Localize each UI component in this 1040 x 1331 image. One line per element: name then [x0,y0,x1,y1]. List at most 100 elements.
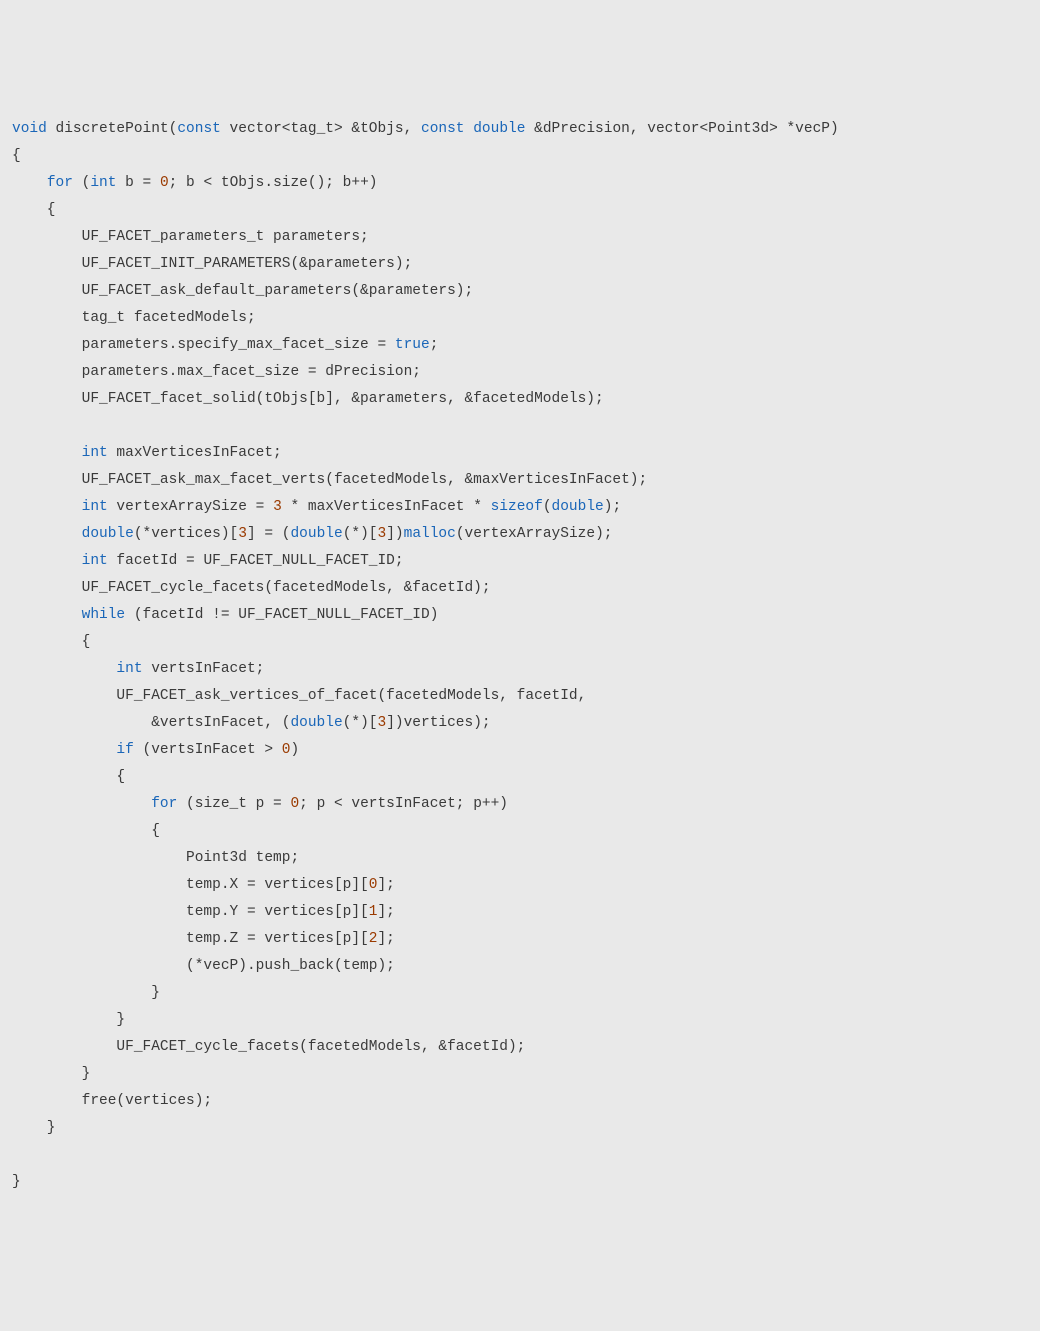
code-line: UF_FACET_parameters_t parameters; [12,224,1028,251]
code-line: int vertsInFacet; [12,656,1028,683]
code-line [12,413,1028,440]
code-token: ; b < tObjs.size(); b++) [169,175,378,191]
code-token: int [116,661,142,677]
code-token: int [82,553,108,569]
code-line: int facetId = UF_FACET_NULL_FACET_ID; [12,548,1028,575]
code-line: UF_FACET_facet_solid(tObjs[b], &paramete… [12,386,1028,413]
code-token: 0 [160,175,169,191]
code-line: { [12,197,1028,224]
code-token: (vertexArraySize); [456,526,613,542]
code-line: UF_FACET_INIT_PARAMETERS(&parameters); [12,251,1028,278]
code-token: if [116,742,133,758]
code-token: ]; [377,931,394,947]
code-token: double [290,715,342,731]
code-line: temp.X = vertices[p][0]; [12,872,1028,899]
code-line: } [12,1115,1028,1142]
code-token: ]; [377,904,394,920]
code-token [465,121,474,137]
code-token: int [82,445,108,461]
code-token: 3 [378,526,387,542]
code-token: } [12,1012,125,1028]
code-token: (*)[ [343,715,378,731]
code-token: ]) [386,526,403,542]
code-token: ) [290,742,299,758]
code-token: discretePoint( [47,121,178,137]
code-line: for (size_t p = 0; p < vertsInFacet; p++… [12,791,1028,818]
code-token: void [12,121,47,137]
code-token: (size_t p = [177,796,290,812]
code-token: 3 [273,499,282,515]
code-token: ] = ( [247,526,291,542]
code-line [12,1142,1028,1169]
code-line: { [12,143,1028,170]
code-token: ( [73,175,90,191]
code-token: malloc [404,526,456,542]
code-line: while (facetId != UF_FACET_NULL_FACET_ID… [12,602,1028,629]
code-line: parameters.specify_max_facet_size = true… [12,332,1028,359]
code-line: UF_FACET_cycle_facets(facetedModels, &fa… [12,575,1028,602]
code-token: (*vertices)[ [134,526,238,542]
code-token: } [12,1066,90,1082]
code-token: temp.Y = vertices[p][ [12,904,369,920]
code-token: { [12,634,90,650]
code-token: double [473,121,525,137]
code-token: Point3d temp; [12,850,299,866]
code-token: ]; [377,877,394,893]
code-token [12,661,116,677]
code-token: double [290,526,342,542]
code-token [12,607,82,623]
code-token: sizeof [491,499,543,515]
code-token: UF_FACET_ask_max_facet_verts(facetedMode… [12,472,647,488]
code-token: temp.X = vertices[p][ [12,877,369,893]
code-token [12,418,21,434]
code-line: { [12,629,1028,656]
code-token: true [395,337,430,353]
code-token: UF_FACET_parameters_t parameters; [12,229,369,245]
code-token: while [82,607,126,623]
code-token: * maxVerticesInFacet * [282,499,491,515]
code-line: tag_t facetedModels; [12,305,1028,332]
code-token: { [12,148,21,164]
code-line: UF_FACET_ask_max_facet_verts(facetedMode… [12,467,1028,494]
code-token: ; p < vertsInFacet; p++) [299,796,508,812]
code-token [12,526,82,542]
code-token: 3 [238,526,247,542]
code-line: } [12,980,1028,1007]
code-token: } [12,985,160,1001]
code-token: &vertsInFacet, ( [12,715,290,731]
code-line: Point3d temp; [12,845,1028,872]
code-token: temp.Z = vertices[p][ [12,931,369,947]
code-token: UF_FACET_facet_solid(tObjs[b], &paramete… [12,391,604,407]
code-token [12,796,151,812]
code-token: UF_FACET_ask_vertices_of_facet(facetedMo… [12,688,586,704]
code-token: for [47,175,73,191]
code-token: &dPrecision, vector<Point3d> *vecP) [525,121,838,137]
code-token: (facetId != UF_FACET_NULL_FACET_ID) [125,607,438,623]
code-line: { [12,818,1028,845]
code-line: int maxVerticesInFacet; [12,440,1028,467]
code-token: parameters.specify_max_facet_size = [12,337,395,353]
code-token: vector<tag_t> &tObjs, [221,121,421,137]
code-line: double(*vertices)[3] = (double(*)[3])mal… [12,521,1028,548]
code-token: { [12,823,160,839]
code-line: free(vertices); [12,1088,1028,1115]
code-token: (vertsInFacet > [134,742,282,758]
code-token: facetId = UF_FACET_NULL_FACET_ID; [108,553,404,569]
code-token: UF_FACET_INIT_PARAMETERS(&parameters); [12,256,412,272]
code-token: (*)[ [343,526,378,542]
code-token: UF_FACET_ask_default_parameters(&paramet… [12,283,473,299]
code-token: ); [604,499,621,515]
code-token: vertsInFacet; [143,661,265,677]
code-token: { [12,769,125,785]
code-token [12,742,116,758]
code-token: } [12,1174,21,1190]
code-token [12,445,82,461]
code-token: ])vertices); [386,715,490,731]
code-token [12,553,82,569]
code-token: UF_FACET_cycle_facets(facetedModels, &fa… [12,580,491,596]
code-token: maxVerticesInFacet; [108,445,282,461]
code-line: } [12,1007,1028,1034]
code-line: temp.Z = vertices[p][2]; [12,926,1028,953]
code-token [12,175,47,191]
code-token: } [12,1120,56,1136]
